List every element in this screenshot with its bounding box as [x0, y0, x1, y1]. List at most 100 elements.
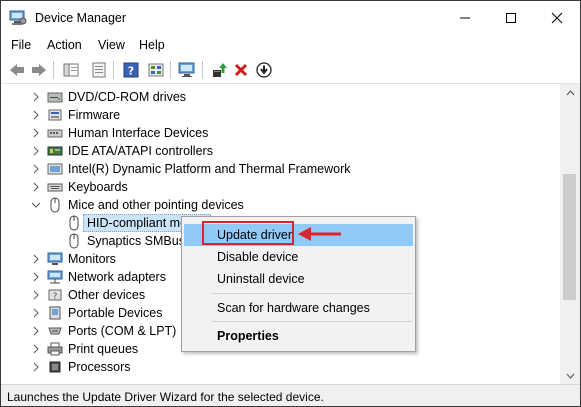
tree-item-label: Intel(R) Dynamic Platform and Thermal Fr… [68, 162, 351, 176]
status-bar: Launches the Update Driver Wizard for th… [1, 384, 580, 406]
chevron-right-icon[interactable] [31, 344, 41, 354]
vertical-scrollbar[interactable] [560, 84, 580, 384]
dvd-drive-icon [47, 92, 63, 103]
menu-help[interactable]: Help [139, 38, 165, 52]
chevron-right-icon[interactable] [31, 326, 41, 336]
chevron-right-icon[interactable] [31, 110, 41, 120]
toolbar-separator [202, 61, 203, 79]
tree-item-processors[interactable]: Processors [1, 358, 560, 376]
menu-separator [212, 293, 412, 294]
chevron-right-icon[interactable] [31, 308, 41, 318]
other-devices-icon: ? [48, 289, 62, 302]
download-driver-icon[interactable] [254, 60, 274, 80]
tree-item-label: Monitors [68, 252, 116, 266]
tree-item-ide-ata-atapi-controllers[interactable]: IDE ATA/ATAPI controllers [1, 142, 560, 160]
toolbar: ? [1, 57, 580, 84]
tree-item-keyboards[interactable]: Keyboards [1, 178, 560, 196]
tree-item-firmware[interactable]: Firmware [1, 106, 560, 124]
tree-item-label: Processors [68, 360, 131, 374]
ide-controller-icon [47, 146, 63, 156]
update-driver-icon[interactable] [209, 60, 229, 80]
menu-item-label: Disable device [217, 250, 299, 264]
uninstall-device-icon[interactable] [231, 60, 251, 80]
tree-item-label: DVD/CD-ROM drives [68, 90, 187, 104]
portable-device-icon [49, 306, 61, 320]
window-title: Device Manager [35, 11, 127, 25]
maximize-button[interactable] [488, 1, 534, 35]
tree-item-label: Human Interface Devices [68, 126, 209, 140]
title-bar[interactable]: Device Manager [1, 1, 580, 35]
firmware-icon [48, 109, 62, 121]
mouse-icon [69, 233, 79, 249]
tree-item-label: Keyboards [68, 180, 128, 194]
device-manager-icon [9, 10, 27, 26]
view-resources-icon[interactable] [146, 60, 166, 80]
chevron-right-icon[interactable] [31, 146, 41, 156]
forward-arrow-icon[interactable] [29, 60, 49, 80]
annotation-arrow-icon [298, 227, 341, 241]
scrollbar-thumb[interactable] [563, 174, 576, 300]
chevron-right-icon[interactable] [31, 290, 41, 300]
tree-item-mice-and-other-pointing-devices[interactable]: Mice and other pointing devices [1, 196, 560, 214]
network-adapter-icon [47, 270, 63, 284]
chevron-right-icon[interactable] [31, 272, 41, 282]
tree-item-label: Network adapters [68, 270, 166, 284]
chevron-right-icon[interactable] [31, 92, 41, 102]
tree-item-label: Mice and other pointing devices [68, 198, 244, 212]
annotation-highlight-box [202, 221, 294, 245]
monitor-scan-icon[interactable] [177, 60, 197, 80]
tree-item-human-interface-devices[interactable]: Human Interface Devices [1, 124, 560, 142]
tree-item-dvd-cd-rom-drives[interactable]: DVD/CD-ROM drives [1, 88, 560, 106]
show-hide-console-tree-icon[interactable] [61, 60, 81, 80]
mouse-icon [69, 215, 79, 231]
close-button[interactable] [534, 1, 580, 35]
menu-item-label: Uninstall device [217, 272, 305, 286]
menu-file[interactable]: File [11, 38, 31, 52]
status-text: Launches the Update Driver Wizard for th… [7, 390, 324, 404]
menu-item-label: Properties [217, 329, 279, 343]
tree-item-label: Synaptics SMBus T [87, 234, 196, 248]
help-icon[interactable]: ? [121, 60, 141, 80]
minimize-button[interactable] [442, 1, 488, 35]
tree-item-label: Ports (COM & LPT) [68, 324, 177, 338]
menu-action[interactable]: Action [47, 38, 82, 52]
scroll-down-button[interactable] [560, 367, 580, 384]
menu-view[interactable]: View [98, 38, 125, 52]
chevron-right-icon[interactable] [31, 164, 41, 174]
device-manager-window: Device Manager File Action View Help ? D… [0, 0, 581, 407]
menu-item-properties[interactable]: Properties [184, 325, 413, 347]
svg-text:?: ? [53, 292, 58, 302]
keyboard-icon [47, 183, 63, 192]
menu-item-label: Scan for hardware changes [217, 301, 370, 315]
tree-item-label: Firmware [68, 108, 121, 122]
chevron-right-icon[interactable] [31, 182, 41, 192]
menu-bar: File Action View Help [1, 35, 580, 55]
mouse-icon [50, 197, 60, 213]
tree-item-label: IDE ATA/ATAPI controllers [68, 144, 213, 158]
processor-icon [49, 361, 61, 373]
back-arrow-icon[interactable] [7, 60, 27, 80]
tree-item-intel-dynamic-platform[interactable]: Intel(R) Dynamic Platform and Thermal Fr… [1, 160, 560, 178]
toolbar-separator [113, 61, 114, 79]
properties-icon[interactable] [89, 60, 109, 80]
printer-icon [47, 342, 63, 356]
menu-item-scan-for-hardware-changes[interactable]: Scan for hardware changes [184, 297, 413, 319]
scroll-up-button[interactable] [560, 84, 580, 101]
tree-item-label: Other devices [68, 288, 146, 302]
hid-icon [47, 129, 63, 138]
menu-item-disable-device[interactable]: Disable device [184, 246, 413, 268]
chevron-right-icon[interactable] [31, 362, 41, 372]
monitor-icon [47, 252, 63, 265]
ports-icon [48, 327, 62, 335]
menu-item-uninstall-device[interactable]: Uninstall device [184, 268, 413, 290]
chevron-down-icon[interactable] [31, 200, 41, 210]
intel-framework-icon [47, 163, 63, 175]
chevron-right-icon[interactable] [31, 254, 41, 264]
tree-item-label: Print queues [68, 342, 139, 356]
svg-text:?: ? [128, 65, 134, 78]
tree-item-label: HID-compliant mo [87, 216, 188, 230]
chevron-right-icon[interactable] [31, 128, 41, 138]
toolbar-separator [170, 61, 171, 79]
menu-separator [212, 321, 412, 322]
tree-item-label: Portable Devices [68, 306, 163, 320]
